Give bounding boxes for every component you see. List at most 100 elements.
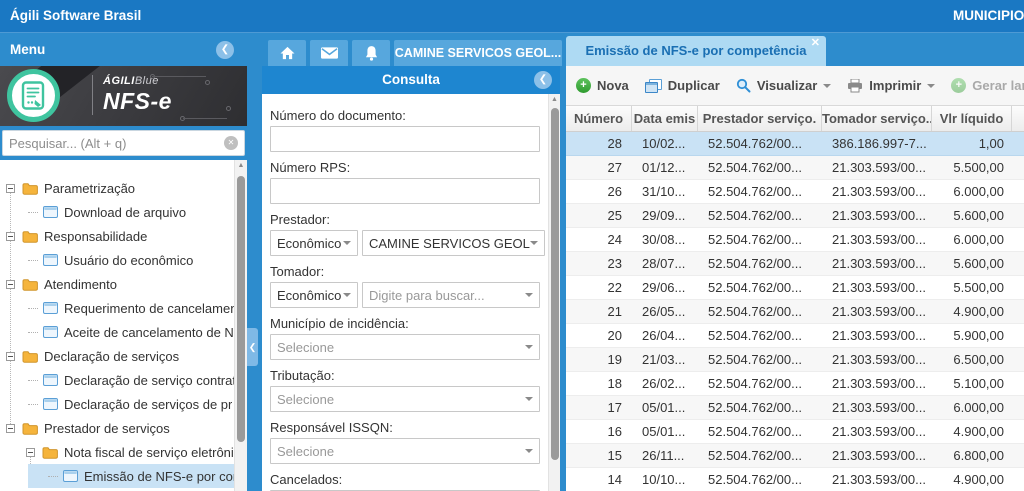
cell-valor: 1,00 (932, 132, 1012, 155)
field-label: Número RPS: (270, 152, 540, 178)
brand-suffix: Blue (135, 75, 159, 87)
column-header[interactable] (1012, 106, 1024, 131)
tree-item[interactable]: Emissão de NFS-e por competência (0, 464, 234, 488)
tab-mail[interactable] (310, 40, 348, 66)
tree-item[interactable]: Nota fiscal de serviço eletrônica (0, 440, 234, 464)
close-icon[interactable]: ✕ (811, 36, 820, 50)
collapse-expander-icon[interactable] (26, 448, 35, 457)
collapse-expander-icon[interactable] (6, 280, 15, 289)
duplicar-button[interactable]: Duplicar (645, 78, 720, 93)
tab-camine-servicos[interactable]: CAMINE SERVICOS GEOL... (394, 40, 562, 66)
cell-extra (1012, 444, 1024, 467)
cell-numero: 19 (566, 348, 632, 371)
tree-item-label: Prestador de serviços (44, 421, 170, 436)
sidebar-collapse-handle[interactable]: ❮ (247, 328, 258, 366)
cell-tomador: 21.303.593/00... (822, 276, 932, 299)
tree-scrollbar-thumb[interactable] (237, 176, 245, 442)
collapse-expander-icon[interactable] (6, 184, 15, 193)
responsavel-issqn-select[interactable]: Selecione (270, 438, 540, 464)
tab-home[interactable] (268, 40, 306, 66)
clear-search-icon[interactable]: ✕ (224, 136, 238, 150)
tree-connector (28, 201, 38, 213)
documento-number-input[interactable] (270, 126, 540, 152)
table-row[interactable]: 2328/07...52.504.762/00...21.303.593/00.… (566, 252, 1024, 276)
table-row[interactable]: 2529/09...52.504.762/00...21.303.593/00.… (566, 204, 1024, 228)
table-row[interactable]: 2701/12...52.504.762/00...21.303.593/00.… (566, 156, 1024, 180)
cell-prestador: 52.504.762/00... (698, 252, 822, 275)
tree-item[interactable]: Declaração de serviços de pr (0, 392, 234, 416)
table-row[interactable]: 1705/01...52.504.762/00...21.303.593/00.… (566, 396, 1024, 420)
table-row[interactable]: 1410/10...52.504.762/00...21.303.593/00.… (566, 468, 1024, 491)
filter-fields: Número do documento: Número RPS: Prestad… (262, 94, 548, 491)
table-row[interactable]: 1921/03...52.504.762/00...21.303.593/00.… (566, 348, 1024, 372)
collapse-expander-icon[interactable] (6, 352, 15, 361)
visualizar-button[interactable]: Visualizar (736, 78, 831, 93)
tree-item[interactable]: Aceite de cancelamento de N (0, 320, 234, 344)
scroll-up-icon[interactable]: ▲ (549, 94, 560, 106)
imprimir-button[interactable]: Imprimir (847, 78, 935, 93)
column-header[interactable]: Número (566, 106, 632, 131)
gerar-lancamento-button[interactable]: + Gerar lançamento (951, 78, 1024, 93)
table-row[interactable]: 2229/06...52.504.762/00...21.303.593/00.… (566, 276, 1024, 300)
circuit-dot (205, 80, 210, 85)
rps-number-input[interactable] (270, 178, 540, 204)
prestador-mode-select[interactable]: Econômico (270, 230, 358, 256)
tab-emissao-nfse[interactable]: Emissão de NFS-e por competência ✕ (566, 36, 826, 66)
collapse-expander-icon[interactable] (6, 424, 15, 433)
tomador-search-select[interactable]: Digite para buscar... (362, 282, 540, 308)
column-header[interactable]: Prestador serviço. (698, 106, 822, 131)
tomador-mode-select[interactable]: Econômico (270, 282, 358, 308)
table-row[interactable]: 2026/04...52.504.762/00...21.303.593/00.… (566, 324, 1024, 348)
field-label: Responsável ISSQN: (270, 412, 540, 438)
tab-bell[interactable] (352, 40, 390, 66)
cell-numero: 22 (566, 276, 632, 299)
table-row[interactable]: 2810/02...52.504.762/00...386.186.997-7.… (566, 132, 1024, 156)
cell-data: 31/10... (632, 180, 698, 203)
cell-valor: 6.500,00 (932, 348, 1012, 371)
tree-item[interactable]: Responsabilidade (0, 224, 234, 248)
table-row[interactable]: 1605/01...52.504.762/00...21.303.593/00.… (566, 420, 1024, 444)
table-row[interactable]: 1826/02...52.504.762/00...21.303.593/00.… (566, 372, 1024, 396)
cell-tomador: 21.303.593/00... (822, 180, 932, 203)
tree-item[interactable]: Download de arquivo (0, 200, 234, 224)
cell-prestador: 52.504.762/00... (698, 228, 822, 251)
collapse-menu-button[interactable]: ❮ (216, 41, 234, 59)
tree-connector (28, 393, 38, 405)
scroll-up-icon[interactable]: ▲ (235, 160, 247, 172)
tree-item[interactable]: Declaração de serviços (0, 344, 234, 368)
tree-item[interactable]: Prestador de serviços (0, 416, 234, 440)
tree-item[interactable]: Requerimento de cancelamento (0, 296, 234, 320)
tree-item[interactable]: Declaração de serviço contratado (0, 368, 234, 392)
cell-prestador: 52.504.762/00... (698, 132, 822, 155)
table-row[interactable]: 2126/05...52.504.762/00...21.303.593/00.… (566, 300, 1024, 324)
cell-extra (1012, 324, 1024, 347)
collapse-filter-button[interactable]: ❮ (534, 71, 552, 89)
column-header[interactable]: Tomador serviço.. (822, 106, 932, 131)
prestador-value-select[interactable]: CAMINE SERVICOS GEOL (362, 230, 545, 256)
logo-banner: ÁGILIBlue NFS-e (0, 66, 247, 126)
menu-bar: Menu ❮ (0, 33, 262, 66)
brand-name: ÁGILI (103, 75, 135, 87)
filter-scrollbar[interactable]: ▲ (548, 94, 560, 491)
table-row[interactable]: 1526/11...52.504.762/00...21.303.593/00.… (566, 444, 1024, 468)
select-value: CAMINE SERVICOS GEOL (369, 236, 530, 251)
tree-item[interactable]: Atendimento (0, 272, 234, 296)
column-header[interactable]: Vlr líquido (932, 106, 1012, 131)
folder-icon (22, 230, 38, 243)
tree-scrollbar[interactable]: ▲ (234, 160, 247, 491)
tree-item[interactable]: Usuário do econômico (0, 248, 234, 272)
tributacao-select[interactable]: Selecione (270, 386, 540, 412)
nova-button[interactable]: + Nova (576, 78, 629, 93)
search-input[interactable] (9, 136, 224, 151)
filter-scrollbar-thumb[interactable] (551, 108, 559, 460)
document-icon (43, 398, 58, 410)
column-header[interactable]: Data emis (632, 106, 698, 131)
collapse-expander-icon[interactable] (6, 232, 15, 241)
tree-item[interactable]: Parametrização (0, 176, 234, 200)
tree-item-label: Nota fiscal de serviço eletrônica (64, 445, 234, 460)
field-prestador: Prestador: Econômico CAMINE SERVICOS GEO… (270, 204, 540, 256)
table-row[interactable]: 2430/08...52.504.762/00...21.303.593/00.… (566, 228, 1024, 252)
cell-numero: 17 (566, 396, 632, 419)
municipio-incidencia-select[interactable]: Selecione (270, 334, 540, 360)
table-row[interactable]: 2631/10...52.504.762/00...21.303.593/00.… (566, 180, 1024, 204)
